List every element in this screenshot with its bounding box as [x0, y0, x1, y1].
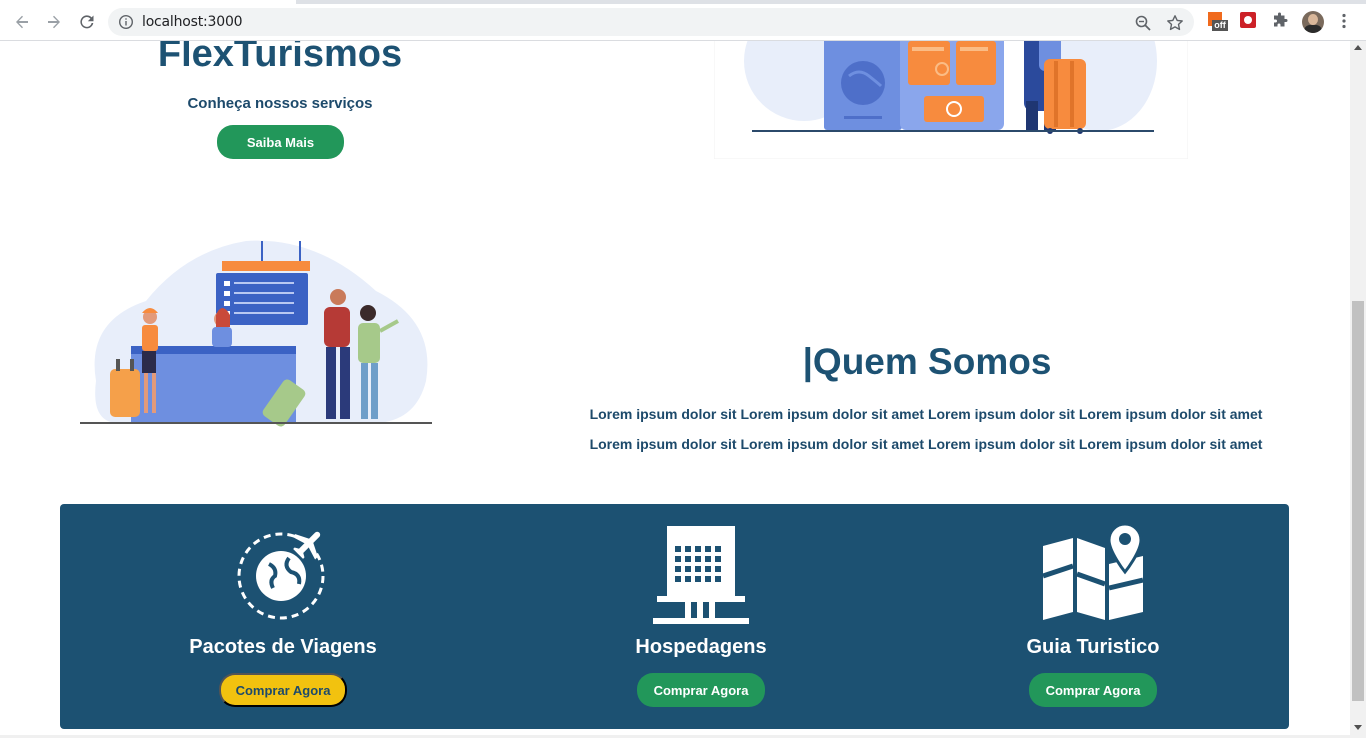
service-title: Guia Turistico	[1026, 636, 1160, 658]
extension-off-icon[interactable]: off	[1208, 12, 1228, 32]
hero-subtitle: Conheça nossos serviços	[187, 95, 373, 112]
map-pin-icon	[1043, 524, 1143, 620]
forward-button[interactable]	[42, 10, 66, 34]
vertical-scrollbar[interactable]	[1350, 41, 1366, 738]
comprar-agora-button[interactable]: Comprar Agora	[1029, 673, 1157, 707]
about-line-1: Lorem ipsum dolor sit Lorem ipsum dolor …	[589, 406, 1263, 422]
url-text[interactable]: localhost:3000	[142, 14, 243, 30]
service-card-pacotes: Pacotes de Viagens Comprar Agora	[133, 504, 433, 729]
arrow-left-icon	[16, 15, 28, 29]
comprar-agora-button[interactable]: Comprar Agora	[219, 673, 347, 707]
scroll-down-icon[interactable]	[1354, 725, 1362, 730]
extension-badge: off	[1212, 20, 1228, 31]
hotel-building-icon	[653, 526, 749, 624]
back-button[interactable]	[10, 10, 34, 34]
reload-icon	[80, 15, 94, 29]
service-card-hospedagens: Hospedagens Comprar Agora	[551, 504, 851, 729]
puzzle-icon[interactable]	[1271, 12, 1291, 32]
arrow-right-icon	[48, 15, 60, 29]
travel-passport-illustration	[714, 41, 1188, 159]
kebab-menu-icon[interactable]	[1338, 12, 1358, 32]
service-card-guia: Guia Turistico Comprar Agora	[943, 504, 1243, 729]
extension-red-icon[interactable]	[1240, 12, 1260, 32]
avatar[interactable]	[1302, 11, 1324, 33]
browser-toolbar: localhost:3000 off	[0, 0, 1366, 41]
services-panel: Pacotes de Viagens Comprar Agora Hospeda…	[60, 504, 1289, 729]
service-title: Hospedagens	[635, 636, 767, 658]
address-bar[interactable]: localhost:3000	[108, 8, 1194, 36]
globe-plane-icon	[237, 531, 325, 620]
tab-strip	[0, 0, 1366, 4]
airport-checkin-illustration	[80, 240, 432, 427]
about-text: Lorem ipsum dolor sit Lorem ipsum dolor …	[556, 399, 1296, 459]
service-title: Pacotes de Viagens	[189, 636, 377, 658]
about-line-2: Lorem ipsum dolor sit Lorem ipsum dolor …	[589, 436, 1263, 452]
comprar-agora-button[interactable]: Comprar Agora	[637, 673, 765, 707]
saiba-mais-button[interactable]: Saiba Mais	[217, 125, 344, 159]
hero-title: FlexTurismos	[157, 41, 403, 75]
info-icon[interactable]	[118, 14, 134, 30]
about-title: |Quem Somos	[802, 341, 1052, 382]
reload-button[interactable]	[75, 10, 99, 34]
zoom-icon[interactable]	[1134, 14, 1152, 32]
page-viewport: FlexTurismos Conheça nossos serviços Sai…	[0, 41, 1350, 738]
star-icon[interactable]	[1166, 14, 1184, 32]
scrollbar-thumb[interactable]	[1352, 301, 1364, 701]
scroll-up-icon[interactable]	[1354, 45, 1362, 50]
